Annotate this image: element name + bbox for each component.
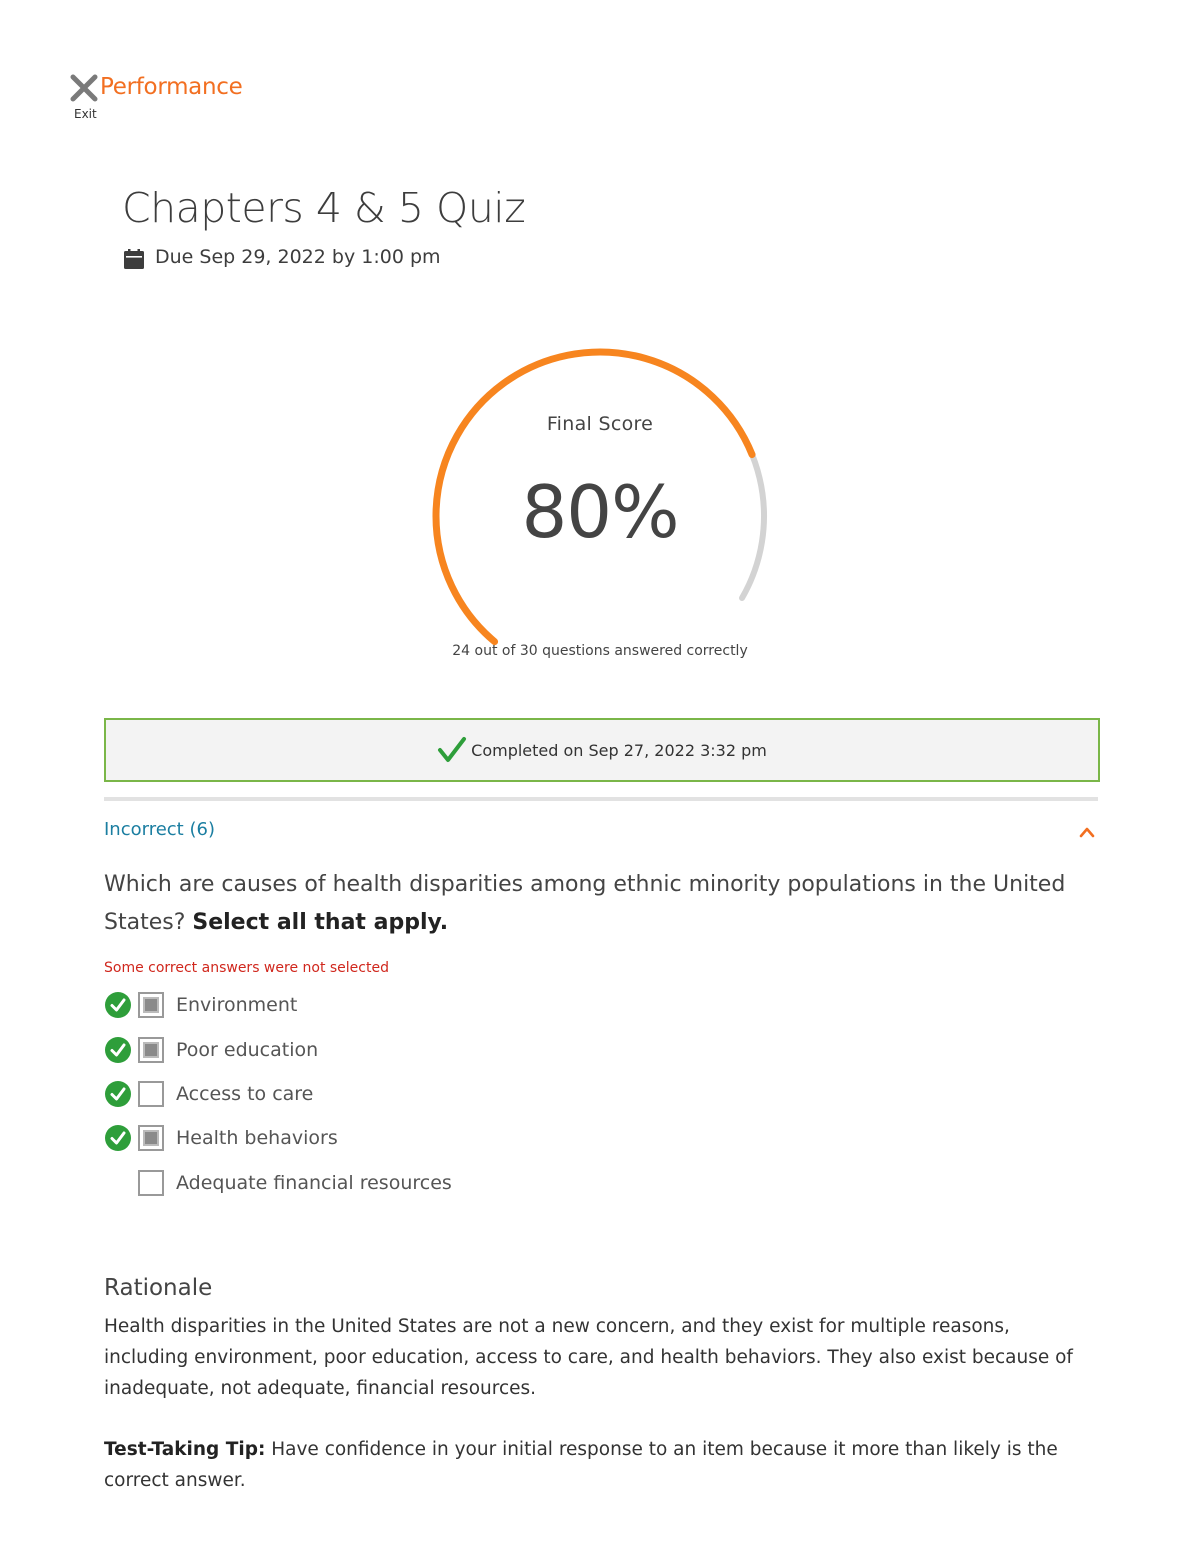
- answer-option-label: Environment: [176, 994, 298, 1016]
- answer-checkbox[interactable]: [138, 1170, 164, 1196]
- correct-answer-icon: [105, 1125, 131, 1151]
- completed-banner: Completed on Sep 27, 2022 3:32 pm: [104, 718, 1100, 782]
- test-taking-tip: Test-Taking Tip: Have confidence in your…: [104, 1434, 1099, 1496]
- final-score-value: 80%: [521, 470, 679, 554]
- question-text: Which are causes of health disparities a…: [104, 866, 1094, 942]
- app-title: Performance: [100, 74, 243, 100]
- answer-option-label: Access to care: [176, 1083, 314, 1105]
- exit-label[interactable]: Exit: [74, 107, 97, 121]
- correct-answer-icon: [105, 1081, 131, 1107]
- answer-option[interactable]: Environment: [104, 988, 297, 1022]
- rationale-body: Health disparities in the United States …: [104, 1316, 1073, 1399]
- calendar-icon: [124, 249, 144, 269]
- answer-feedback: Some correct answers were not selected: [104, 960, 389, 976]
- question-instruction: Select all that apply.: [192, 910, 449, 935]
- answer-option[interactable]: Access to care: [104, 1077, 313, 1111]
- answer-checkbox[interactable]: [138, 1037, 164, 1063]
- correct-answer-icon: [105, 1037, 131, 1063]
- answer-option[interactable]: Health behaviors: [104, 1121, 338, 1155]
- checkmark-icon: [438, 737, 467, 762]
- final-score-label: Final Score: [546, 413, 654, 435]
- page-title: Chapters 4 & 5 Quiz: [122, 184, 526, 232]
- incorrect-section-toggle[interactable]: Incorrect (6): [104, 819, 215, 840]
- answer-option[interactable]: Poor education: [104, 1033, 318, 1067]
- due-date: Due Sep 29, 2022 by 1:00 pm: [155, 246, 441, 268]
- divider: [104, 797, 1098, 801]
- close-icon[interactable]: [68, 72, 100, 104]
- answer-checkbox[interactable]: [138, 992, 164, 1018]
- rationale-title: Rationale: [104, 1275, 213, 1301]
- completed-text: Completed on Sep 27, 2022 3:32 pm: [471, 740, 767, 760]
- answer-option-label: Poor education: [176, 1039, 319, 1061]
- tip-label: Test-Taking Tip:: [104, 1439, 266, 1460]
- chevron-up-icon[interactable]: [1077, 822, 1097, 842]
- score-caption: 24 out of 30 questions answered correctl…: [452, 643, 748, 659]
- correct-answer-icon: [105, 992, 131, 1018]
- answer-option-label: Adequate financial resources: [176, 1172, 452, 1194]
- answer-option[interactable]: Adequate financial resources: [104, 1166, 452, 1200]
- answer-checkbox[interactable]: [138, 1081, 164, 1107]
- answer-checkbox[interactable]: [138, 1125, 164, 1151]
- answer-option-label: Health behaviors: [176, 1127, 338, 1149]
